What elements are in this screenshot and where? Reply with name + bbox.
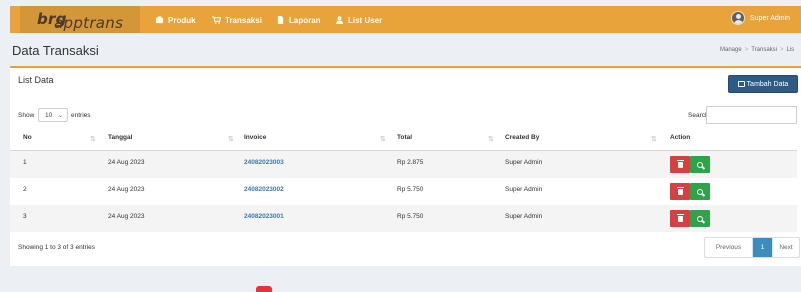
table-row: 2 24 Aug 2023 24082023002 Rp 5.750 Super…	[10, 178, 797, 205]
user-avatar[interactable]	[731, 11, 745, 25]
breadcrumb-item-transaksi[interactable]: Transaksi	[751, 47, 777, 53]
trash-icon	[676, 186, 684, 195]
brand-logo[interactable]: apptrans brg	[20, 6, 140, 33]
page-title: Data Transaksi	[12, 43, 99, 58]
nav-label: Laporan	[289, 15, 321, 25]
breadcrumb-separator: >	[780, 47, 784, 53]
delete-button[interactable]	[670, 210, 690, 227]
delete-button[interactable]	[670, 183, 690, 200]
view-button[interactable]	[690, 156, 710, 173]
search-icon	[697, 215, 703, 222]
breadcrumb-item-list: Lis	[786, 47, 795, 53]
breadcrumb: Manage > Transaksi > Lis	[720, 47, 794, 53]
cell-tanggal: 24 Aug 2023	[108, 159, 145, 166]
sort-icon[interactable]: ⇅	[380, 135, 386, 143]
add-icon	[737, 81, 745, 87]
sort-icon[interactable]: ⇅	[488, 135, 494, 143]
sort-icon[interactable]: ⇅	[90, 135, 96, 143]
cell-no: 1	[23, 159, 27, 166]
cell-created-by: Super Admin	[505, 186, 543, 193]
breadcrumb-item-manage[interactable]: Manage	[720, 47, 742, 53]
table-row: 3 24 Aug 2023 24082023001 Rp 5.750 Super…	[10, 205, 797, 232]
column-header-invoice[interactable]: Invoice	[244, 134, 266, 150]
column-header-action: Action	[670, 134, 691, 141]
brand-prefix: apptrans	[54, 14, 124, 32]
cell-total: Rp 5.750	[397, 186, 424, 193]
search-icon	[697, 161, 703, 168]
cell-created-by: Super Admin	[505, 213, 543, 220]
pagination: Previous 1 Next	[704, 237, 800, 258]
trash-icon	[676, 159, 684, 168]
notification-marker	[256, 286, 272, 292]
cell-no: 3	[23, 213, 27, 220]
sort-icon[interactable]: ⇅	[228, 135, 234, 143]
column-header-total[interactable]: Total	[397, 134, 412, 150]
chevron-down-icon: ⌄	[57, 113, 63, 119]
list-data-box: List Data Tambah Data Show 10 ⌄ entries …	[10, 66, 801, 266]
cell-no: 2	[23, 186, 27, 193]
cell-created-by: Super Admin	[505, 159, 543, 166]
pagination-next[interactable]: Next	[773, 238, 799, 257]
document-icon	[277, 16, 284, 24]
show-label: Show	[18, 112, 35, 119]
search-icon	[697, 188, 703, 195]
nav-label: List User	[348, 15, 383, 25]
table-row: 1 24 Aug 2023 24082023003 Rp 2.875 Super…	[10, 151, 797, 178]
cell-tanggal: 24 Aug 2023	[108, 186, 145, 193]
add-data-button[interactable]: Tambah Data	[728, 75, 798, 93]
delete-button[interactable]	[670, 156, 690, 173]
pagination-page-1[interactable]: 1	[753, 238, 773, 257]
breadcrumb-separator: >	[744, 47, 749, 53]
nav-item-list-user[interactable]: List User	[335, 14, 382, 26]
nav-item-laporan[interactable]: Laporan	[276, 14, 321, 26]
entries-select[interactable]: 10 ⌄	[38, 108, 68, 122]
sort-icon[interactable]: ⇅	[651, 135, 657, 143]
add-data-label: Tambah Data	[746, 80, 789, 88]
pagination-previous[interactable]: Previous	[705, 238, 753, 257]
entries-label: entries	[71, 112, 91, 119]
trash-icon	[676, 213, 684, 222]
view-button[interactable]	[690, 183, 710, 200]
app-root: apptrans brg Produk Transaksi Laporan Lis…	[0, 0, 801, 292]
cell-total: Rp 2.875	[397, 159, 424, 166]
top-navbar: apptrans brg Produk Transaksi Laporan Lis…	[10, 6, 801, 33]
nav-label: Transaksi	[225, 15, 262, 25]
cube-icon	[155, 16, 164, 24]
column-header-created-by[interactable]: Created By	[505, 134, 539, 150]
entries-select-value: 10	[45, 111, 53, 119]
view-button[interactable]	[690, 210, 710, 227]
column-header-no[interactable]: No	[23, 134, 32, 150]
search-input[interactable]	[706, 106, 797, 124]
table-info: Showing 1 to 3 of 3 entries	[18, 244, 95, 251]
user-icon	[335, 16, 344, 24]
nav-item-transaksi[interactable]: Transaksi	[212, 14, 262, 26]
cart-icon	[212, 16, 221, 24]
nav-item-produk[interactable]: Produk	[155, 14, 196, 26]
cell-invoice-link[interactable]: 24082023002	[244, 186, 284, 193]
nav-label: Produk	[168, 15, 196, 25]
cell-tanggal: 24 Aug 2023	[108, 213, 145, 220]
user-name[interactable]: Super Admin	[750, 15, 790, 22]
cell-total: Rp 5.750	[397, 213, 424, 220]
column-header-tanggal[interactable]: Tanggal	[108, 134, 132, 150]
cell-invoice-link[interactable]: 24082023003	[244, 159, 284, 166]
box-title: List Data	[18, 75, 54, 85]
cell-invoice-link[interactable]: 24082023001	[244, 213, 284, 220]
